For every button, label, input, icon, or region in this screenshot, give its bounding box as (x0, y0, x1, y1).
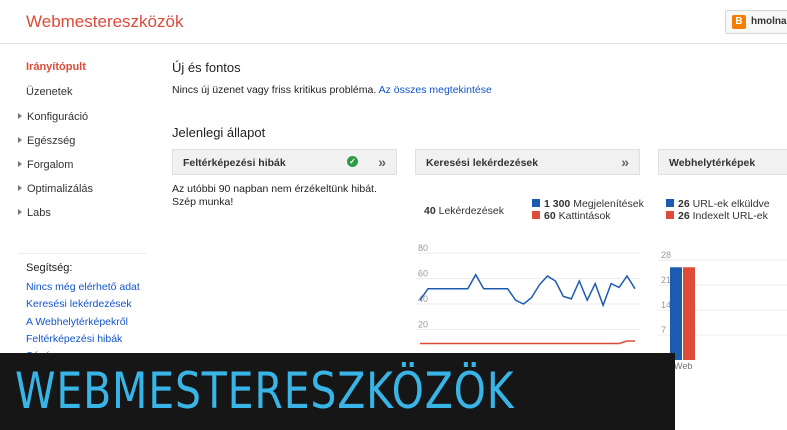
crawl-errors-card-header[interactable]: Feltérképezési hibák ✓ » (172, 149, 397, 175)
y-tick-label: 7 (661, 325, 666, 335)
legend-impressions: 1 300 Megjelenítések (532, 198, 644, 210)
account-button[interactable]: B hmolnarj.b (725, 10, 787, 34)
top-bar: Webmestereszközök B hmolnarj.b (0, 0, 787, 44)
sidebar-item-health[interactable]: Egészség (18, 135, 75, 147)
sidebar-item-messages[interactable]: Üzenetek (26, 86, 72, 98)
x-tick-label: Web (674, 361, 692, 371)
y-tick-label: 20 (418, 320, 428, 330)
help-title: Segítség: (26, 262, 73, 274)
blogger-icon: B (732, 15, 746, 29)
help-link[interactable]: A Webhelytérképekről (26, 316, 128, 328)
account-label: hmolnarj.b (751, 16, 787, 27)
y-tick-label: 21 (661, 275, 671, 285)
legend-indexed: 26 Indexelt URL-ek (666, 210, 768, 222)
search-queries-card-header[interactable]: Keresési lekérdezések » (415, 149, 640, 175)
crawl-errors-title: Feltérképezési hibák (183, 157, 286, 169)
sidebar-item-configuration[interactable]: Konfiguráció (18, 111, 88, 123)
legend-swatch (532, 199, 540, 207)
legend-value: 26 (678, 198, 690, 210)
queries-total-label: Lekérdezések (438, 205, 504, 217)
sidebar-item-traffic[interactable]: Forgalom (18, 159, 73, 171)
expand-arrow-icon (18, 137, 22, 143)
sidebar-item-dashboard[interactable]: Irányítópult (26, 61, 86, 73)
app-title[interactable]: Webmestereszközök (26, 12, 183, 32)
legend-value: 60 (544, 210, 556, 222)
legend-swatch (666, 211, 674, 219)
sitemaps-chart: 7 14 21 28 Web (658, 245, 787, 371)
sidebar-item-label: Forgalom (27, 159, 74, 171)
queries-total: 40 Lekérdezések (424, 205, 504, 217)
legend-label: Megjelenítések (573, 198, 644, 210)
legend-label: Kattintások (558, 210, 611, 222)
legend-value: 26 (678, 210, 690, 222)
y-tick-label: 28 (661, 250, 671, 260)
y-tick-label: 60 (418, 269, 428, 279)
y-tick-label: 14 (661, 300, 671, 310)
expand-arrow-icon (18, 113, 22, 119)
sidebar-item-label: Optimalizálás (27, 183, 94, 195)
sidebar-divider (18, 253, 146, 254)
sidebar-item-labs[interactable]: Labs (18, 207, 51, 219)
help-link[interactable]: Nincs még elérhető adat (26, 281, 140, 293)
messages-summary-text: Nincs új üzenet vagy friss kritikus prob… (172, 84, 377, 96)
bar (683, 267, 695, 360)
view-all-link[interactable]: Az összes megtekintése (379, 84, 492, 96)
legend-label: URL-ek elküldve (692, 198, 770, 210)
double-chevron-right-icon[interactable]: » (621, 154, 629, 170)
legend-submitted: 26 URL-ek elküldve (666, 198, 770, 210)
sidebar-item-label: Konfiguráció (27, 111, 89, 123)
messages-summary: Nincs új üzenet vagy friss kritikus prob… (172, 84, 492, 96)
sidebar-item-label: Labs (27, 207, 51, 219)
sitemaps-card-header[interactable]: Webhelytérképek T (658, 149, 787, 175)
bar (670, 267, 682, 360)
expand-arrow-icon (18, 185, 22, 191)
new-and-important-heading: Új és fontos (172, 60, 241, 75)
legend-label: Indexelt URL-ek (692, 210, 768, 222)
check-icon: ✓ (347, 156, 358, 167)
legend-swatch (532, 211, 540, 219)
search-queries-title: Keresési lekérdezések (426, 157, 539, 169)
y-tick-label: 80 (418, 243, 428, 253)
sidebar-item-label: Egészség (27, 135, 76, 147)
legend-swatch (666, 199, 674, 207)
expand-arrow-icon (18, 161, 22, 167)
current-status-heading: Jelenlegi állapot (172, 125, 266, 140)
queries-total-value: 40 (424, 205, 436, 217)
expand-arrow-icon (18, 209, 22, 215)
search-queries-chart: 20406080 (415, 243, 640, 360)
legend-clicks: 60 Kattintások (532, 210, 611, 222)
help-link[interactable]: Feltérképezési hibák (26, 333, 122, 345)
sitemaps-title: Webhelytérképek (669, 157, 756, 169)
double-chevron-right-icon[interactable]: » (378, 154, 386, 170)
legend-value: 1 300 (544, 198, 571, 210)
crawl-errors-message: Az utóbbi 90 napban nem érzékeltünk hibá… (172, 183, 377, 208)
help-link[interactable]: Keresési lekérdezések (26, 298, 132, 310)
banner-title: WEBMESTERESZKÖZÖK (15, 362, 515, 420)
sidebar-item-optimization[interactable]: Optimalizálás (18, 183, 93, 195)
